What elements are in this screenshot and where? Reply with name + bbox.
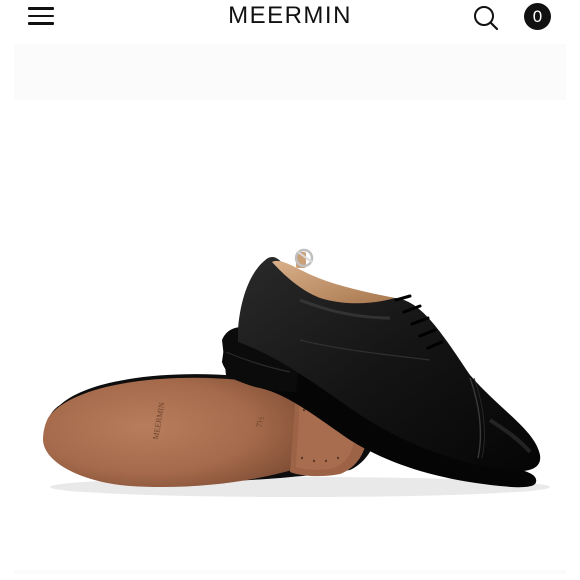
product-image: MEERMIN 7½: [43, 248, 550, 497]
sole-size-imprint: 7½: [254, 415, 266, 428]
